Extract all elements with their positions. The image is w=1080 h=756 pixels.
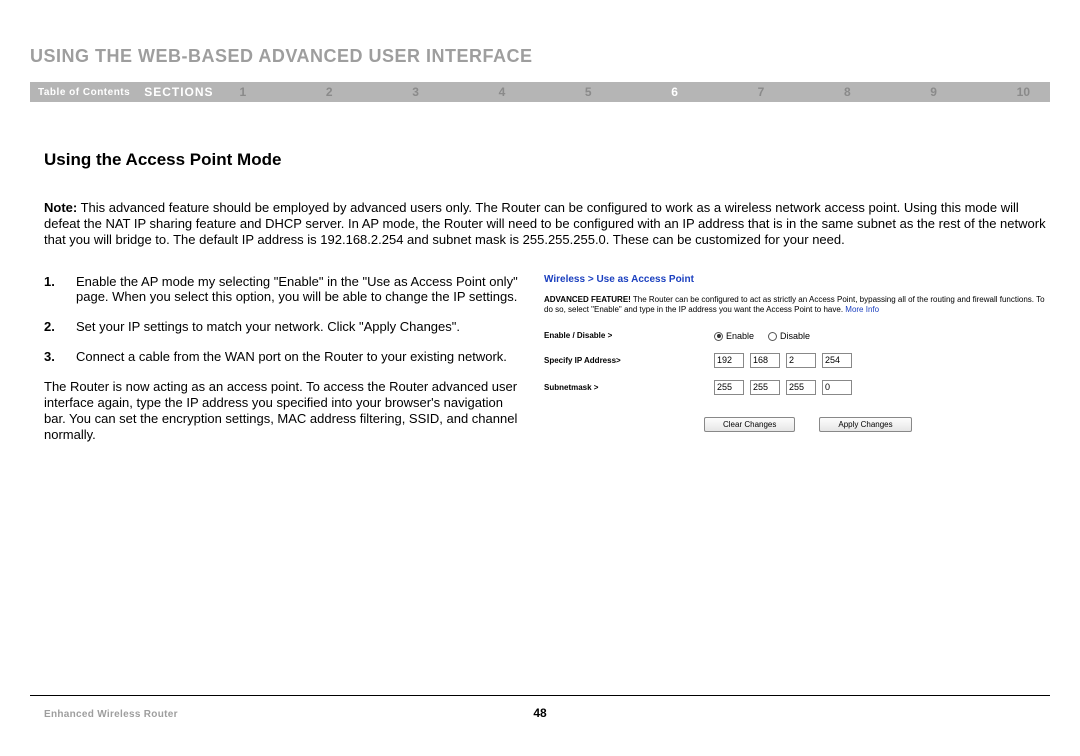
ip-octet-2[interactable]: 168	[750, 353, 780, 368]
section-link-9[interactable]: 9	[930, 85, 937, 99]
note-paragraph: Note: This advanced feature should be em…	[44, 200, 1048, 248]
advanced-feature-note: ADVANCED FEATURE! The Router can be conf…	[544, 295, 1048, 315]
section-link-3[interactable]: 3	[412, 85, 419, 99]
content-area: Using the Access Point Mode Note: This a…	[44, 150, 1048, 442]
ip-octet-4[interactable]: 254	[822, 353, 852, 368]
page-title: USING THE WEB-BASED ADVANCED USER INTERF…	[30, 46, 533, 67]
ip-octet-3[interactable]: 2	[786, 353, 816, 368]
enable-disable-row: Enable / Disable > Enable Disable	[544, 331, 1048, 341]
note-label: Note:	[44, 200, 77, 215]
note-body: This advanced feature should be employed…	[44, 200, 1046, 247]
mask-octet-1[interactable]: 255	[714, 380, 744, 395]
toc-link[interactable]: Table of Contents	[30, 87, 144, 98]
section-link-6[interactable]: 6	[671, 85, 678, 99]
breadcrumb: Wireless > Use as Access Point	[544, 274, 1048, 285]
sections-label: SECTIONS	[144, 85, 239, 99]
footer-rule	[30, 695, 1050, 696]
mask-octet-4[interactable]: 0	[822, 380, 852, 395]
disable-radio[interactable]: Disable	[768, 331, 810, 341]
section-link-7[interactable]: 7	[758, 85, 765, 99]
ip-address-row: Specify IP Address> 192 168 2 254	[544, 353, 1048, 368]
section-link-5[interactable]: 5	[585, 85, 592, 99]
section-link-8[interactable]: 8	[844, 85, 851, 99]
section-numbers: 1 2 3 4 5 6 7 8 9 10	[240, 85, 1050, 99]
section-link-1[interactable]: 1	[240, 85, 247, 99]
enable-radio[interactable]: Enable	[714, 331, 754, 341]
list-item: 3. Connect a cable from the WAN port on …	[44, 349, 524, 365]
section-link-10[interactable]: 10	[1017, 85, 1030, 99]
list-item: 1. Enable the AP mode my selecting "Enab…	[44, 274, 524, 306]
section-heading: Using the Access Point Mode	[44, 150, 1048, 170]
page-number: 48	[0, 706, 1080, 720]
router-ui-screenshot: Wireless > Use as Access Point ADVANCED …	[544, 274, 1048, 443]
clear-changes-button[interactable]: Clear Changes	[704, 417, 795, 432]
list-item: 2. Set your IP settings to match your ne…	[44, 319, 524, 335]
more-info-link[interactable]: More Info	[845, 305, 879, 314]
advanced-feature-label: ADVANCED FEATURE!	[544, 295, 631, 304]
ip-octet-1[interactable]: 192	[714, 353, 744, 368]
step-number: 1.	[44, 274, 76, 306]
enable-radio-label: Enable	[726, 331, 754, 341]
step-number: 3.	[44, 349, 76, 365]
enable-disable-label: Enable / Disable >	[544, 331, 714, 340]
section-link-4[interactable]: 4	[499, 85, 506, 99]
radio-checked-icon	[714, 332, 723, 341]
mask-octet-3[interactable]: 255	[786, 380, 816, 395]
step-text: Connect a cable from the WAN port on the…	[76, 349, 524, 365]
subnetmask-label: Subnetmask >	[544, 383, 714, 392]
mask-octet-2[interactable]: 255	[750, 380, 780, 395]
instructions-column: 1. Enable the AP mode my selecting "Enab…	[44, 274, 524, 443]
followup-paragraph: The Router is now acting as an access po…	[44, 379, 524, 442]
step-number: 2.	[44, 319, 76, 335]
ip-address-label: Specify IP Address>	[544, 356, 714, 365]
section-navbar: Table of Contents SECTIONS 1 2 3 4 5 6 7…	[30, 82, 1050, 102]
step-text: Enable the AP mode my selecting "Enable"…	[76, 274, 524, 306]
section-link-2[interactable]: 2	[326, 85, 333, 99]
disable-radio-label: Disable	[780, 331, 810, 341]
subnetmask-row: Subnetmask > 255 255 255 0	[544, 380, 1048, 395]
step-text: Set your IP settings to match your netwo…	[76, 319, 524, 335]
radio-unchecked-icon	[768, 332, 777, 341]
apply-changes-button[interactable]: Apply Changes	[819, 417, 911, 432]
